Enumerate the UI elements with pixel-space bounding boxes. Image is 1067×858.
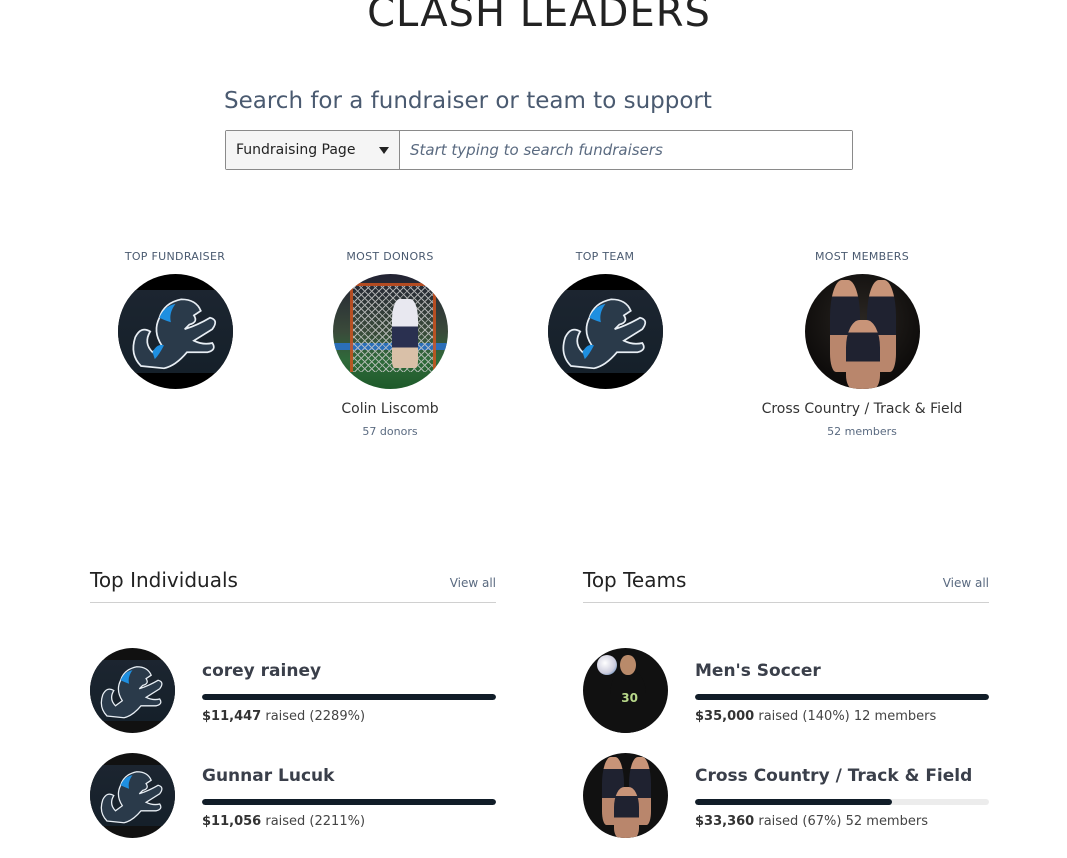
most-members-avatar[interactable] bbox=[804, 274, 920, 389]
amount-raised: $11,056 bbox=[202, 814, 262, 829]
item-stats: $33,360 raised (67%) 52 members bbox=[695, 814, 989, 829]
top-individuals-panel: Top Individuals View all corey rainey $1… bbox=[90, 568, 496, 858]
avatar: 30 bbox=[583, 648, 668, 733]
amount-raised: $33,360 bbox=[695, 814, 755, 829]
list-item[interactable]: Gunnar Lucuk $11,056 raised (2211%) bbox=[90, 753, 496, 838]
item-stats: $11,447 raised (2289%) bbox=[202, 709, 496, 724]
search-type-value: Fundraising Page bbox=[236, 142, 356, 158]
item-name: Cross Country / Track & Field bbox=[695, 766, 973, 786]
progress-fill bbox=[202, 799, 496, 805]
item-stats: $35,000 raised (140%) 12 members bbox=[695, 709, 989, 724]
leader-stat: 52 members bbox=[827, 425, 897, 438]
leader-label: MOST MEMBERS bbox=[814, 250, 909, 263]
leader-stat: 57 donors bbox=[362, 425, 418, 438]
view-all-individuals-link[interactable]: View all bbox=[450, 576, 496, 590]
avatar bbox=[90, 648, 175, 733]
leader-label: TOP TEAM bbox=[575, 250, 635, 263]
panel-header: Top Individuals View all bbox=[90, 568, 496, 603]
progress-bar bbox=[695, 799, 989, 805]
search-input[interactable] bbox=[400, 131, 852, 169]
progress-bar bbox=[695, 694, 989, 700]
progress-bar bbox=[202, 694, 496, 700]
top-fundraiser-avatar[interactable] bbox=[117, 274, 233, 389]
leader-name[interactable]: Cross Country / Track & Field bbox=[757, 401, 967, 417]
item-name: corey rainey bbox=[202, 661, 322, 681]
item-name: Men's Soccer bbox=[695, 661, 821, 681]
item-stats: $11,056 raised (2211%) bbox=[202, 814, 496, 829]
leader-top-fundraiser: TOP FUNDRAISER bbox=[110, 250, 240, 389]
lion-logo-icon bbox=[100, 666, 163, 719]
top-team-avatar[interactable] bbox=[547, 274, 663, 389]
view-all-teams-link[interactable]: View all bbox=[943, 576, 989, 590]
lion-logo-icon bbox=[132, 298, 216, 370]
leader-name[interactable]: Colin Liscomb bbox=[320, 401, 460, 417]
most-donors-avatar[interactable] bbox=[332, 274, 448, 389]
avatar bbox=[583, 753, 668, 838]
avatar bbox=[90, 753, 175, 838]
raised-text: raised (2211%) bbox=[261, 814, 366, 829]
leader-label: MOST DONORS bbox=[346, 250, 434, 263]
lion-logo-icon bbox=[100, 771, 163, 824]
leader-most-members: MOST MEMBERS Cross Country / Track & Fie… bbox=[757, 250, 967, 438]
progress-fill bbox=[695, 694, 989, 700]
raised-text: raised (2289%) bbox=[261, 709, 366, 724]
page-title: CLASH LEADERS bbox=[367, 0, 711, 36]
search-bar: Fundraising Page bbox=[225, 130, 853, 170]
amount-raised: $11,447 bbox=[202, 709, 262, 724]
progress-bar bbox=[202, 799, 496, 805]
panel-header: Top Teams View all bbox=[583, 568, 989, 603]
list-item[interactable]: Cross Country / Track & Field $33,360 ra… bbox=[583, 753, 989, 838]
caret-down-icon bbox=[379, 146, 389, 154]
search-type-select[interactable]: Fundraising Page bbox=[226, 131, 400, 169]
search-heading: Search for a fundraiser or team to suppo… bbox=[224, 88, 712, 114]
progress-fill bbox=[202, 694, 496, 700]
leader-label: TOP FUNDRAISER bbox=[124, 250, 226, 263]
item-name: Gunnar Lucuk bbox=[202, 766, 335, 786]
leader-top-team: TOP TEAM bbox=[540, 250, 670, 389]
amount-raised: $35,000 bbox=[695, 709, 755, 724]
raised-text: raised (67%) 52 members bbox=[754, 814, 928, 829]
list-item[interactable]: 30 Men's Soccer $35,000 raised (140%) 12… bbox=[583, 648, 989, 733]
raised-text: raised (140%) 12 members bbox=[754, 709, 937, 724]
top-teams-panel: Top Teams View all 30 Men's Soccer $35,0… bbox=[583, 568, 989, 858]
panel-title: Top Teams bbox=[583, 568, 687, 592]
progress-fill bbox=[695, 799, 892, 805]
leader-most-donors: MOST DONORS Colin Liscomb 57 donors bbox=[320, 250, 460, 438]
panel-title: Top Individuals bbox=[90, 568, 238, 592]
lion-logo-icon bbox=[562, 298, 646, 370]
list-item[interactable]: corey rainey $11,447 raised (2289%) bbox=[90, 648, 496, 733]
